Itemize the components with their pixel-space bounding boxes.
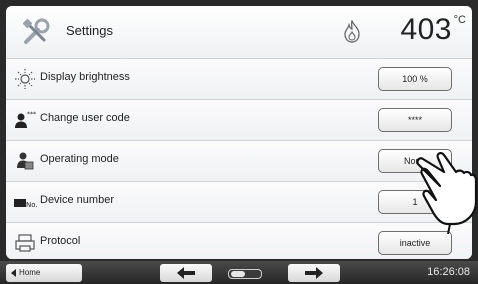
setting-label: Protocol	[40, 235, 81, 247]
pointing-hand-icon	[416, 152, 478, 234]
next-page-button[interactable]	[288, 264, 340, 282]
user-code-icon: ****	[15, 111, 36, 128]
page-title: Settings	[66, 23, 113, 38]
setting-label: Change user code	[40, 112, 130, 124]
brightness-button[interactable]: 100 %	[378, 67, 452, 91]
temperature-readout: 403	[400, 13, 452, 46]
setting-row-change-user-code: **** Change user code ****	[6, 100, 472, 141]
sun-icon	[15, 69, 35, 89]
arrow-left-icon	[177, 267, 195, 279]
svg-text:****: ****	[27, 111, 36, 118]
back-triangle-icon	[11, 269, 16, 277]
setting-label: Display brightness	[40, 71, 130, 83]
home-label: Home	[19, 268, 41, 277]
screen: Settings 403 °C Display brightness 100 %…	[0, 0, 478, 284]
settings-panel: Settings 403 °C Display brightness 100 %…	[6, 6, 472, 259]
printer-icon	[15, 234, 35, 252]
clock: 16:26:08	[427, 266, 470, 278]
page-indicator-dot	[231, 271, 245, 277]
setting-label: Operating mode	[40, 153, 119, 165]
setting-row-protocol: Protocol inactive	[6, 223, 472, 259]
tools-icon	[22, 18, 50, 44]
protocol-button[interactable]: inactive	[378, 231, 452, 255]
arrow-right-icon	[305, 267, 323, 279]
setting-label: Device number	[40, 194, 114, 206]
header: Settings 403 °C	[6, 6, 472, 59]
temperature-unit: °C	[453, 14, 466, 26]
svg-text:No.: No.	[26, 201, 38, 209]
footer-bar: Home 16:26:08	[0, 261, 478, 284]
previous-page-button[interactable]	[160, 264, 212, 282]
setting-row-display-brightness: Display brightness 100 %	[6, 59, 472, 100]
setting-row-operating-mode: Operating mode Norm	[6, 141, 472, 182]
operating-mode-icon	[17, 152, 34, 170]
flame-icon	[344, 20, 360, 43]
setting-row-device-number: No. Device number 1	[6, 182, 472, 223]
device-number-icon: No.	[14, 199, 38, 209]
user-code-button[interactable]: ****	[378, 108, 452, 132]
home-button[interactable]: Home	[6, 264, 82, 282]
page-indicator	[228, 269, 262, 279]
